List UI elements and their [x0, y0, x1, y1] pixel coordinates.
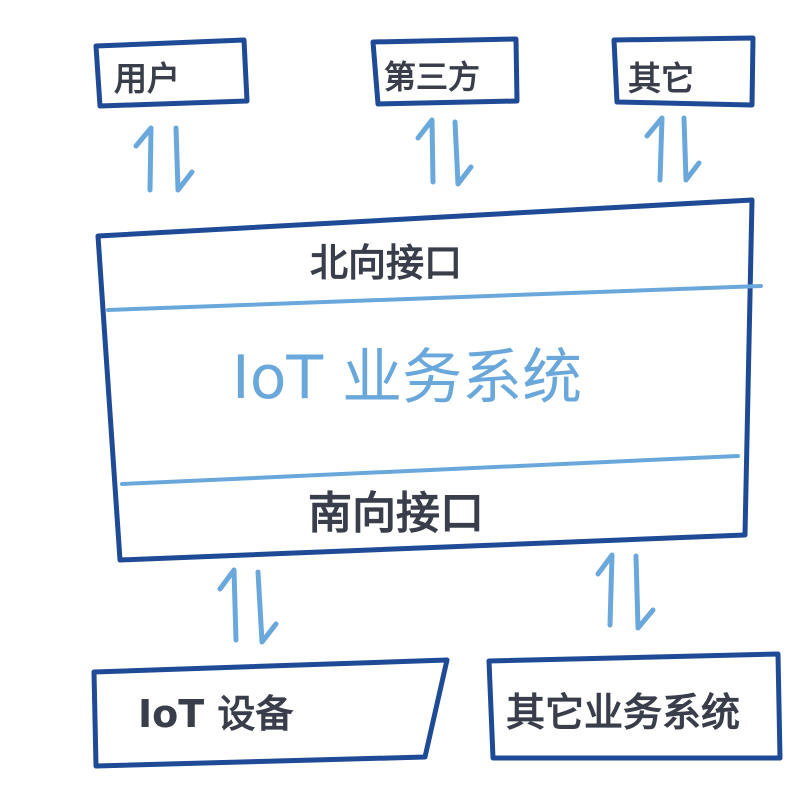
other-business-label: 其它业务系统 [506, 691, 740, 736]
other-business-node: 其它业务系统 [486, 651, 783, 761]
arrow-system-iot-device [217, 567, 279, 645]
third-party-node: 第三方 [370, 36, 520, 107]
user-node: 用户 [93, 37, 250, 109]
arrow-system-other-business [595, 552, 656, 631]
arrow-user-system [133, 125, 195, 193]
arrow-other-system [644, 115, 702, 183]
architecture-diagram: 用户 第三方 其它 北向接口 IoT 业务系统 南向接口 IoT 设备 其它业务… [91, 35, 783, 769]
third-party-label: 第三方 [384, 58, 480, 96]
northbound-divider [106, 284, 763, 312]
southbound-divider [120, 454, 740, 486]
iot-device-label: IoT 设备 [138, 692, 294, 736]
arrow-third-party-system [415, 117, 474, 187]
system-name: IoT 业务系统 [232, 343, 582, 413]
iot-device-node: IoT 设备 [91, 657, 450, 769]
other-label: 其它 [628, 59, 694, 98]
user-label: 用户 [114, 59, 180, 98]
northbound-label: 北向接口 [310, 241, 462, 285]
iot-business-system: 北向接口 IoT 业务系统 南向接口 [95, 197, 763, 563]
other-node: 其它 [611, 35, 756, 108]
southbound-label: 南向接口 [308, 488, 484, 539]
